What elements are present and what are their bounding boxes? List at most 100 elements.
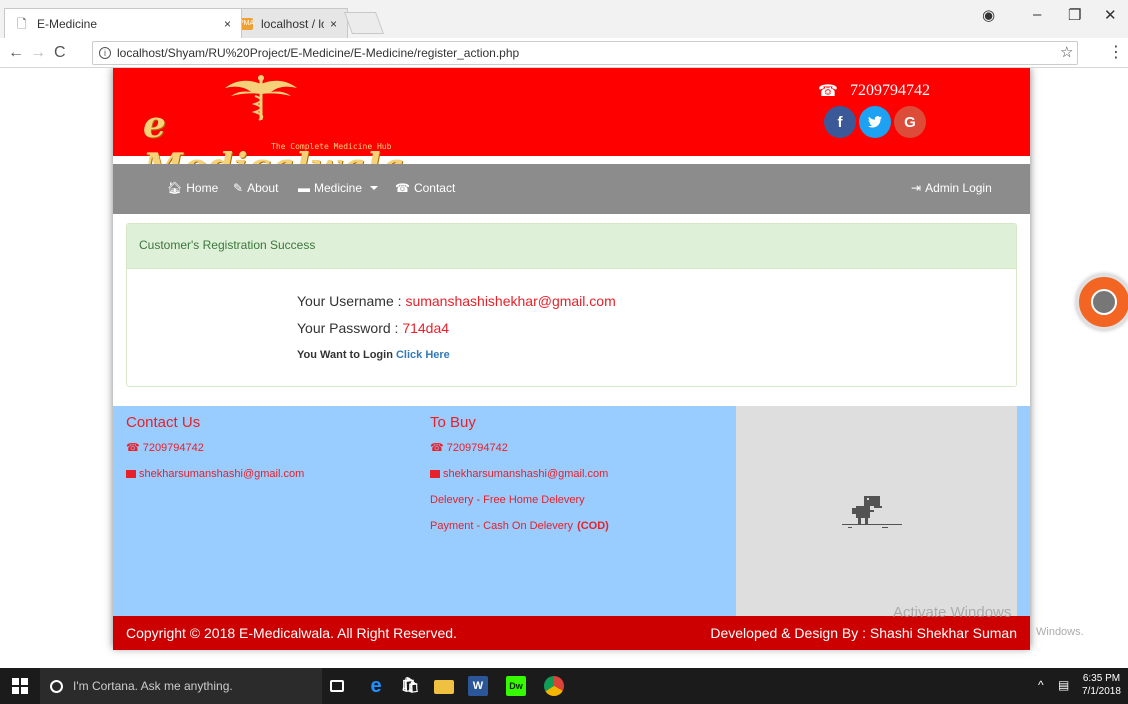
nav-contact-label: Contact xyxy=(413,181,456,195)
footer-right-strip xyxy=(1017,406,1030,616)
envelope-icon xyxy=(126,470,136,478)
footer-buy-title: To Buy xyxy=(430,414,476,431)
nav-medicine-dropdown[interactable]: ▬ Medicine xyxy=(298,181,379,195)
store-icon[interactable]: 🛍︎ xyxy=(400,676,420,696)
twitter-icon[interactable] xyxy=(859,106,891,138)
site-header: e Medicalwala The Complete Medicine Hub … xyxy=(113,68,1030,188)
cortana-placeholder: I'm Cortana. Ask me anything. xyxy=(73,679,233,693)
activate-windows-subtext: Windows. xyxy=(1036,626,1084,638)
header-phone: ☎ 7209794742 xyxy=(818,81,930,101)
browser-tab-e-medicine[interactable]: 🗋 E-Medicine × xyxy=(4,8,242,38)
nav-admin-login[interactable]: ⇥ Admin Login xyxy=(911,181,992,195)
tab-title: localhost / localhost / e_ xyxy=(261,16,324,31)
registration-success-panel: Customer's Registration Success Your Use… xyxy=(126,223,1017,387)
footer-payment: Payment - Cash On Delevery (COD) xyxy=(430,520,609,532)
click-here-link[interactable]: Click Here xyxy=(396,349,450,361)
footer-delivery: Delevery - Free Home Delevery xyxy=(430,494,585,506)
url-input[interactable]: i localhost/Shyam/RU%20Project/E-Medicin… xyxy=(92,41,1078,65)
browser-tab-phpmyadmin[interactable]: PMA localhost / localhost / e_ × xyxy=(226,8,348,38)
nav-about-label: About xyxy=(247,181,279,195)
login-prompt: You Want to Login Click Here xyxy=(297,349,450,361)
bookmark-star-icon[interactable]: ☆ xyxy=(1060,43,1073,61)
tray-chevron-icon[interactable]: ^ xyxy=(1038,678,1044,692)
browser-address-bar: ← → C i localhost/Shyam/RU%20Project/E-M… xyxy=(0,38,1128,68)
copyright-bar: Copyright © 2018 E-Medicalwala. All Righ… xyxy=(113,616,1030,650)
pencil-icon: ✎ xyxy=(233,181,244,195)
footer-buy-phone-text: 7209794742 xyxy=(446,441,508,454)
phone-icon: ☎ xyxy=(395,181,410,195)
browser-menu-icon[interactable]: ⋮ xyxy=(1108,42,1124,62)
nav-contact[interactable]: ☎ Contact xyxy=(395,181,455,195)
login-icon: ⇥ xyxy=(911,181,922,195)
word-icon[interactable]: W xyxy=(468,676,488,696)
offline-map-placeholder xyxy=(736,406,1017,616)
footer-buy-email-text: shekharsumanshashi@gmail.com xyxy=(443,468,609,480)
tab-close-icon[interactable]: × xyxy=(330,17,337,31)
chrome-icon[interactable] xyxy=(544,676,564,696)
clock-time: 6:35 PM xyxy=(1082,673,1121,684)
page-viewport: e Medicalwala The Complete Medicine Hub … xyxy=(0,68,1128,668)
profile-icon[interactable]: ◉ xyxy=(982,6,995,24)
username-label: Your Username : xyxy=(297,293,406,309)
edge-icon[interactable]: e xyxy=(366,676,386,696)
social-links: f G xyxy=(824,106,926,138)
notification-icon[interactable]: ▤ xyxy=(1058,678,1069,692)
footer-buy-email: shekharsumanshashi@gmail.com xyxy=(430,468,609,480)
maximize-icon[interactable]: ❐ xyxy=(1068,6,1081,24)
twitter-bird-icon xyxy=(868,116,882,128)
username-line: Your Username : sumanshashishekhar@gmail… xyxy=(297,293,616,309)
cortana-search-box[interactable]: I'm Cortana. Ask me anything. xyxy=(40,668,322,704)
site-footer: Contact Us ☎ 7209794742 shekharsumanshas… xyxy=(113,406,1030,616)
password-value: 714da4 xyxy=(402,320,450,336)
windows-taskbar: I'm Cortana. Ask me anything. e 🛍︎ W Dw … xyxy=(0,668,1128,704)
taskbar-clock[interactable]: 6:35 PM 7/1/2018 xyxy=(1082,672,1121,698)
phone-icon: ☎ xyxy=(818,83,838,100)
minimize-icon[interactable]: – xyxy=(1033,6,1041,23)
footer-contact-phone-text: 7209794742 xyxy=(142,441,204,454)
footer-payment-code: (COD) xyxy=(577,520,609,532)
forward-arrow-icon[interactable]: → xyxy=(30,44,46,62)
nav-about[interactable]: ✎ About xyxy=(233,181,278,195)
url-text: localhost/Shyam/RU%20Project/E-Medicine/… xyxy=(117,46,520,60)
home-icon: 🏠︎ xyxy=(167,181,183,195)
activate-windows-watermark: Activate Windows xyxy=(893,604,1012,621)
footer-buy-phone: ☎ 7209794742 xyxy=(430,441,609,455)
footer-payment-text: Payment - Cash On Delevery xyxy=(430,520,574,532)
header-phone-number: 7209794742 xyxy=(849,82,930,99)
bed-icon: ▬ xyxy=(298,181,310,195)
reload-icon[interactable]: C xyxy=(54,44,66,62)
windows-start-icon[interactable] xyxy=(12,678,28,694)
facebook-icon[interactable]: f xyxy=(824,106,856,138)
password-label: Your Password : xyxy=(297,320,403,336)
file-explorer-icon[interactable] xyxy=(434,680,454,694)
panel-heading: Customer's Registration Success xyxy=(127,224,1016,269)
google-plus-icon[interactable]: G xyxy=(894,106,926,138)
task-view-icon[interactable] xyxy=(330,680,344,692)
main-navbar: 🏠︎ Home ✎ About ▬ Medicine ☎ Contact ⇥ A… xyxy=(113,164,1030,214)
nav-admin-login-label: Admin Login xyxy=(925,181,992,195)
username-value: sumanshashishekhar@gmail.com xyxy=(405,293,616,309)
site-logo[interactable]: e Medicalwala The Complete Medicine Hub xyxy=(143,74,423,188)
cortana-icon xyxy=(50,679,63,693)
nav-home-label: Home xyxy=(186,181,219,195)
close-window-icon[interactable]: ✕ xyxy=(1104,6,1117,24)
camera-icon xyxy=(1091,289,1117,315)
copyright-text: Copyright © 2018 E-Medicalwala. All Righ… xyxy=(126,625,457,641)
tab-title: E-Medicine xyxy=(37,16,98,31)
caret-down-icon xyxy=(370,186,379,190)
footer-contact-title: Contact Us xyxy=(126,414,201,431)
info-icon[interactable]: i xyxy=(99,47,111,59)
dinosaur-icon xyxy=(842,496,902,528)
password-line: Your Password : 714da4 xyxy=(297,320,449,336)
floating-camera-button[interactable] xyxy=(1076,274,1128,330)
new-tab-button[interactable] xyxy=(343,12,385,34)
browser-tab-bar: PMA localhost / localhost / e_ × 🗋 E-Med… xyxy=(0,0,1128,38)
developer-credit: Developed & Design By : Shashi Shekhar S… xyxy=(710,625,1017,641)
tab-close-icon[interactable]: × xyxy=(224,17,231,31)
login-prompt-text: You Want to Login xyxy=(297,349,396,361)
phone-icon: ☎ xyxy=(430,442,444,454)
footer-buy-column: To Buy ☎ 7209794742 shekharsumanshashi@g… xyxy=(430,414,609,546)
nav-home[interactable]: 🏠︎ Home xyxy=(167,181,218,195)
back-arrow-icon[interactable]: ← xyxy=(8,44,24,62)
dreamweaver-icon[interactable]: Dw xyxy=(506,676,526,696)
